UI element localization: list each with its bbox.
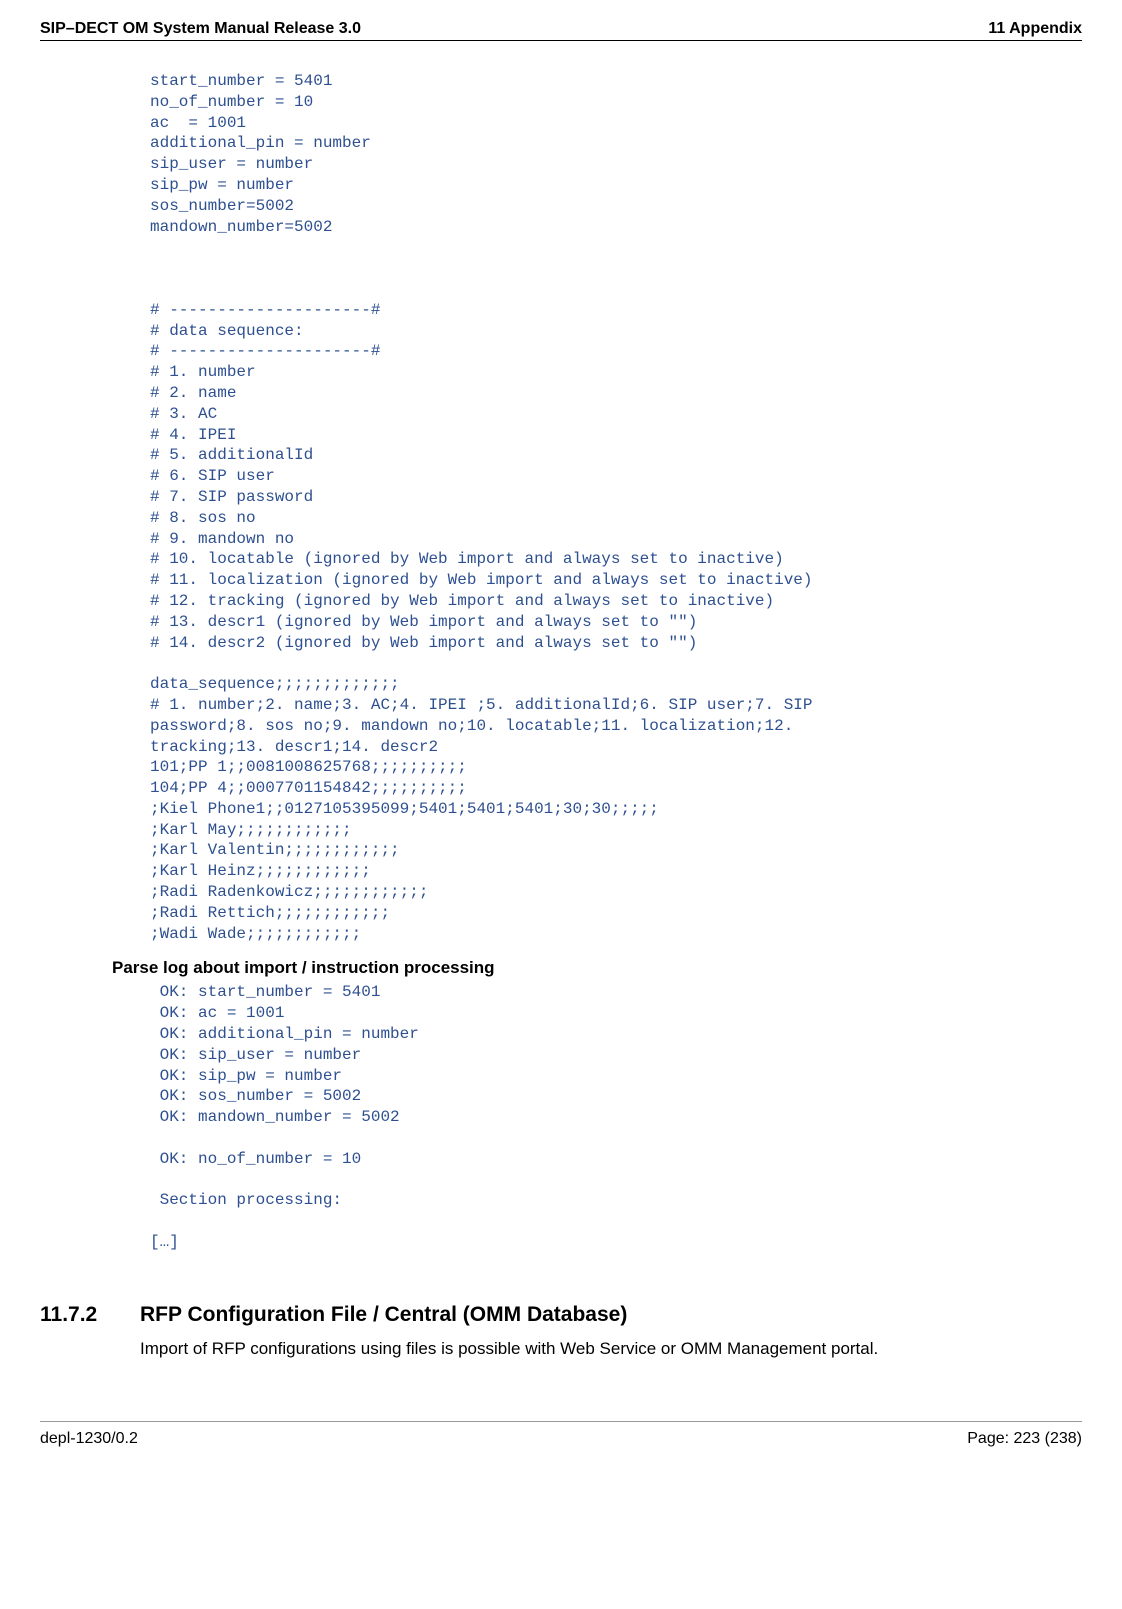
header-left: SIP–DECT OM System Manual Release 3.0 — [40, 20, 361, 38]
subsection-number: 11.7.2 — [40, 1303, 140, 1327]
subsection-heading: 11.7.2 RFP Configuration File / Central … — [40, 1303, 1082, 1327]
parse-log-title: Parse log about import / instruction pro… — [112, 958, 1082, 978]
subsection-body: Import of RFP configurations using files… — [140, 1337, 1082, 1361]
code-block-1: start_number = 5401 no_of_number = 10 ac… — [150, 71, 1082, 944]
subsection-title: RFP Configuration File / Central (OMM Da… — [140, 1303, 627, 1327]
page-footer: depl-1230/0.2 Page: 223 (238) — [40, 1421, 1082, 1448]
code-block-2: OK: start_number = 5401 OK: ac = 1001 OK… — [150, 982, 1082, 1252]
page-header: SIP–DECT OM System Manual Release 3.0 11… — [40, 20, 1082, 41]
footer-left: depl-1230/0.2 — [40, 1430, 138, 1448]
footer-right: Page: 223 (238) — [967, 1430, 1082, 1448]
header-right: 11 Appendix — [988, 20, 1082, 38]
